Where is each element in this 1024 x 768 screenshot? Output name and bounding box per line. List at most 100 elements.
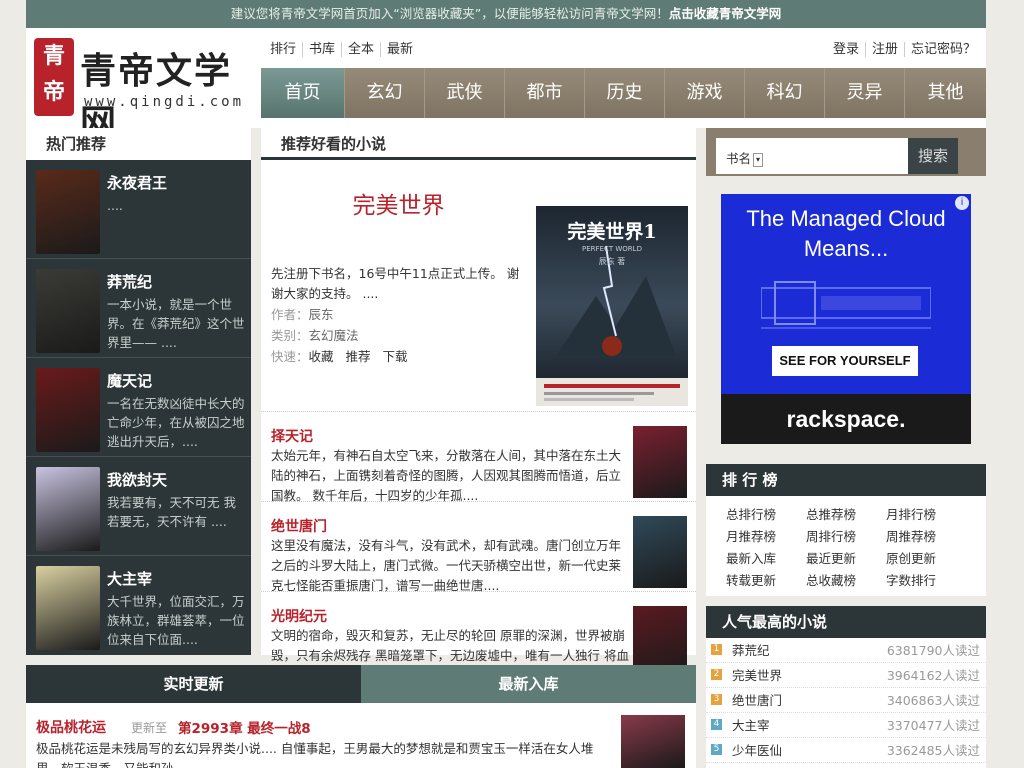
- rank-link-monthly-recommend[interactable]: 月推荐榜: [726, 528, 806, 546]
- ad-headline: The Managed Cloud Means...: [746, 206, 946, 261]
- download-button[interactable]: 下载: [383, 349, 408, 364]
- nav-tab-xuanhuan[interactable]: 玄幻: [345, 68, 425, 118]
- rank-link-reprint-update[interactable]: 转载更新: [726, 572, 806, 590]
- rank-link-total-recommend[interactable]: 总推荐榜: [806, 506, 886, 524]
- recommend-button[interactable]: 推荐: [346, 349, 371, 364]
- nav-tab-history[interactable]: 历史: [585, 68, 665, 118]
- search-input[interactable]: [766, 142, 902, 170]
- category-value[interactable]: 玄幻魔法: [309, 328, 359, 343]
- chevron-down-icon[interactable]: ▾: [753, 152, 764, 167]
- book-title[interactable]: 极品桃花运: [36, 717, 106, 737]
- updates-tabs: 实时更新 最新入库: [26, 665, 696, 703]
- book-title[interactable]: 大主宰: [732, 713, 770, 738]
- featured-book-cover[interactable]: 完美世界1 PERFECT WORLD 辰东 著: [536, 206, 688, 406]
- list-item[interactable]: 1 莽荒纪 6381790人读过: [706, 638, 986, 663]
- list-item[interactable]: 莽荒纪 一本小说，就是一个世界。在《莽荒纪》这个世界里—— ....: [26, 259, 251, 358]
- book-cover[interactable]: [36, 170, 100, 254]
- list-item[interactable]: 永夜君王 ....: [26, 160, 251, 259]
- list-item[interactable]: 极品桃花运 更新至 第2993章 最终一战8 极品桃花运是未残局写的玄幻异界类小…: [26, 703, 696, 768]
- user-nav: 登录 注册 忘记密码？: [827, 38, 982, 57]
- read-count: 3362485人读过: [886, 743, 980, 758]
- nav-tab-game[interactable]: 游戏: [665, 68, 745, 118]
- list-item[interactable]: 绝世唐门 这里没有魔法，没有斗气，没有武术，却有武魂。唐门创立万年之后的斗罗大陆…: [261, 502, 696, 593]
- book-cover[interactable]: [36, 566, 100, 650]
- book-desc: 极品桃花运是未残局写的玄幻异界类小说.... 自懂事起，王男最大的梦想就是和贾宝…: [36, 741, 594, 768]
- nav-tab-scifi[interactable]: 科幻: [745, 68, 825, 118]
- most-popular-panel: 人气最高的小说 1 莽荒纪 6381790人读过 2 完美世界 3964162人…: [706, 606, 986, 768]
- list-item[interactable]: 择天记 太始元年，有神石自太空飞来，分散落在人间，其中落在东土大陆的神石，上面镌…: [261, 412, 696, 503]
- book-cover[interactable]: [621, 715, 685, 768]
- rank-link-original-update[interactable]: 原创更新: [886, 550, 966, 568]
- ad-banner[interactable]: i The Managed Cloud Means... SEE FOR YOU…: [721, 194, 971, 444]
- favorite-button[interactable]: 收藏: [309, 349, 334, 364]
- register-link[interactable]: 注册: [864, 42, 904, 57]
- sub-nav: 排行 书库 全本 最新: [264, 38, 420, 57]
- recommended-novels-panel: 推荐好看的小说 完美世界 先注册下书名，16号中午11点正式上传。 谢谢大家的支…: [261, 128, 696, 683]
- featured-book-title[interactable]: 完美世界: [271, 186, 526, 220]
- quick-label: 快速：: [271, 349, 309, 364]
- book-cover[interactable]: [36, 368, 100, 452]
- nav-tab-wuxia[interactable]: 武侠: [425, 68, 505, 118]
- book-title[interactable]: 完美世界: [732, 663, 782, 688]
- book-title[interactable]: 绝世唐门: [271, 516, 327, 536]
- list-item[interactable]: 魔天记 一名在无数凶徒中长大的亡命少年，在从被囚之地逃出升天后，....: [26, 358, 251, 457]
- book-title[interactable]: 莽荒纪: [107, 271, 152, 292]
- book-title[interactable]: 莽荒纪: [732, 638, 770, 663]
- category-label: 类别：: [271, 328, 309, 343]
- book-cover[interactable]: [36, 269, 100, 353]
- add-favorite-link[interactable]: 点击收藏青帝文学网: [669, 6, 782, 21]
- nav-tab-lingyi[interactable]: 灵异: [825, 68, 905, 118]
- ad-brand-logo[interactable]: rackspace.: [721, 394, 971, 444]
- list-item[interactable]: 2 完美世界 3964162人读过: [706, 663, 986, 688]
- latest-chapter-link[interactable]: 第2993章 最终一战8: [178, 717, 311, 737]
- search-panel: 书名 ▾ 搜索: [706, 128, 986, 176]
- list-item[interactable]: 我欲封天 我若要有，天不可无 我若要无，天不许有 ....: [26, 457, 251, 556]
- rank-link-newest[interactable]: 最新入库: [726, 550, 806, 568]
- rank-link-total[interactable]: 总排行榜: [726, 506, 806, 524]
- rank-link-weekly-recommend[interactable]: 周推荐榜: [886, 528, 966, 546]
- nav-tab-other[interactable]: 其他: [905, 68, 986, 118]
- book-desc: 一名在无数凶徒中长大的亡命少年，在从被囚之地逃出升天后，....: [107, 396, 245, 449]
- nav-tab-home[interactable]: 首页: [261, 68, 345, 118]
- subnav-complete[interactable]: 全本: [341, 42, 381, 57]
- ad-cta-button[interactable]: SEE FOR YOURSELF: [772, 346, 918, 376]
- author-value[interactable]: 辰东: [309, 307, 334, 322]
- read-count: 3406863人读过: [886, 693, 980, 708]
- login-link[interactable]: 登录: [827, 42, 865, 57]
- book-title[interactable]: 大主宰: [107, 568, 152, 589]
- rank-number: 1: [711, 644, 722, 655]
- tab-realtime-updates[interactable]: 实时更新: [26, 665, 361, 703]
- read-count: 3964162人读过: [886, 668, 980, 683]
- search-button[interactable]: 搜索: [908, 138, 958, 174]
- subnav-rank[interactable]: 排行: [264, 42, 302, 57]
- book-title[interactable]: 择天记: [271, 426, 313, 446]
- list-item[interactable]: 5 少年医仙 3362485人读过: [706, 738, 986, 763]
- rank-link-wordcount[interactable]: 字数排行: [886, 572, 966, 590]
- book-cover[interactable]: [633, 426, 687, 498]
- rank-link-recent-update[interactable]: 最近更新: [806, 550, 886, 568]
- book-title[interactable]: 少年医仙: [732, 738, 782, 763]
- site-logo[interactable]: 青帝 青帝文学网 www.qingdi.com: [30, 36, 260, 144]
- book-title[interactable]: 永夜君王: [107, 172, 167, 193]
- rank-number: 5: [711, 744, 722, 755]
- book-title[interactable]: 光明纪元: [271, 606, 327, 626]
- list-item[interactable]: 大主宰 大千世界，位面交汇，万族林立，群雄荟萃，一位位来自下位面....: [26, 556, 251, 655]
- book-cover[interactable]: [633, 516, 687, 588]
- book-title[interactable]: 我欲封天: [107, 469, 167, 490]
- rank-link-monthly[interactable]: 月排行榜: [886, 506, 966, 524]
- forgot-password-link[interactable]: 忘记密码？: [903, 42, 982, 57]
- book-title[interactable]: 魔天记: [107, 370, 152, 391]
- list-item[interactable]: 3 绝世唐门 3406863人读过: [706, 688, 986, 713]
- book-title[interactable]: 绝世唐门: [732, 688, 782, 713]
- updated-to-label: 更新至: [131, 721, 168, 735]
- nav-tab-dushi[interactable]: 都市: [505, 68, 585, 118]
- book-cover[interactable]: [36, 467, 100, 551]
- rank-link-favorites[interactable]: 总收藏榜: [806, 572, 886, 590]
- subnav-latest[interactable]: 最新: [380, 42, 420, 57]
- rank-link-weekly[interactable]: 周排行榜: [806, 528, 886, 546]
- search-type-select[interactable]: 书名 ▾: [726, 148, 764, 167]
- tab-newest-added[interactable]: 最新入库: [361, 665, 696, 703]
- subnav-library[interactable]: 书库: [302, 42, 342, 57]
- book-desc: 这里没有魔法，没有斗气，没有武术，却有武魂。唐门创立万年之后的斗罗大陆上，唐门式…: [271, 538, 622, 593]
- list-item[interactable]: 4 大主宰 3370477人读过: [706, 713, 986, 738]
